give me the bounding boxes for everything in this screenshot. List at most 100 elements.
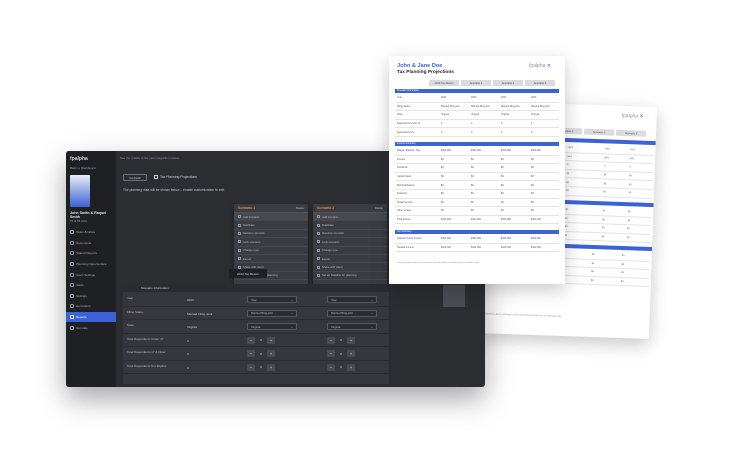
- plus-button[interactable]: +: [267, 336, 275, 344]
- share-icon: [317, 265, 320, 269]
- doc-back-tab: Scenario 3: [615, 129, 647, 137]
- plus-button[interactable]: +: [347, 336, 355, 344]
- sidebar-item-alerts[interactable]: Alerts: [66, 280, 116, 291]
- chevron-down-icon: ⌄: [290, 311, 293, 315]
- table-row: Interest $0 $0 $0 $0: [395, 156, 559, 165]
- scenario-2-header: Scenario 2 Delete: [313, 204, 387, 213]
- table-row: Dependents 17+ 0 0 0 0: [395, 128, 559, 137]
- chevron-down-icon: ⌄: [370, 324, 373, 329]
- menu-item[interactable]: Rename scenario: [313, 230, 387, 239]
- pencil-icon: [238, 231, 241, 235]
- doc-section-bar: Income Summary: [395, 142, 559, 146]
- chevron-down-icon: ⌄: [370, 297, 373, 302]
- minus-button[interactable]: −: [247, 336, 255, 344]
- minus-button[interactable]: −: [247, 350, 255, 357]
- minus-button[interactable]: −: [327, 336, 335, 344]
- state-select-a[interactable]: Virginia ⌄: [247, 323, 297, 330]
- chevron-down-icon: ⌄: [370, 311, 373, 315]
- export-icon: [238, 257, 241, 261]
- plus-button[interactable]: +: [347, 363, 355, 371]
- sidebar-item-reports[interactable]: Reports: [66, 311, 116, 323]
- doc-rows-income: Wages, Salaries, Tips $150,000 $150,000 $15…: [395, 147, 559, 225]
- row-state: State Virginia Virginia ⌄ Virginia ⌄: [123, 320, 389, 334]
- scenario-1-title: Scenario 1: [238, 206, 256, 210]
- scenario-2-delete-button[interactable]: Delete: [375, 206, 383, 210]
- quantity-stepper[interactable]: −0 +: [247, 350, 277, 357]
- sidebar-item-documents[interactable]: Documents: [66, 238, 116, 249]
- menu-item[interactable]: Change type: [234, 247, 308, 255]
- swap-icon: [317, 248, 320, 252]
- menu-item[interactable]: Lock scenario: [234, 238, 308, 247]
- state-select-b[interactable]: Virginia ⌄: [327, 323, 377, 330]
- sidebar-item-reminders[interactable]: Reminders: [66, 301, 116, 312]
- sidebar-item-planning[interactable]: Planning Opportunities: [66, 259, 116, 270]
- menu-item[interactable]: Add scenario: [313, 213, 387, 222]
- gear-icon: [70, 293, 74, 298]
- table-row: IRA Distributions $0 $0 $0 $0: [395, 181, 559, 190]
- quantity-stepper[interactable]: −0 +: [247, 363, 277, 371]
- row-filing-status: Filing Status Married Filing Joint Marri…: [123, 307, 389, 320]
- doc-back-rows: 2023 2023 2023 MFJ MFJ MFJ 000 $0 $0 $0 $0 $0 $0…: [563, 143, 654, 199]
- quantity-stepper[interactable]: −0 +: [327, 336, 357, 344]
- sidebar-item-shared-reports[interactable]: Shared Reports: [66, 248, 116, 259]
- chevron-down-icon: ⌄: [290, 324, 293, 329]
- menu-item[interactable]: Set as baseline for planning: [313, 272, 387, 281]
- doc-title: Tax Planning Projections: [397, 70, 454, 75]
- scrollbar-thumb[interactable]: [443, 285, 465, 307]
- menu-item[interactable]: Rename scenario: [234, 230, 308, 239]
- table-row: Adjusted Gross Income $150,000 $150,000 $15…: [395, 235, 559, 244]
- doc-section-bar: Tax Summary: [395, 230, 559, 234]
- plus-button[interactable]: +: [267, 350, 275, 357]
- year-select-a[interactable]: Year ⌄: [247, 296, 297, 303]
- quantity-stepper[interactable]: −0 +: [327, 350, 357, 357]
- plus-button[interactable]: +: [267, 363, 275, 371]
- minus-button[interactable]: −: [327, 363, 335, 371]
- doc-footer: The projections above are based on the i…: [397, 262, 480, 264]
- doc-logo: fpalpha ✕: [529, 63, 551, 69]
- year-select-b[interactable]: Year ⌄: [327, 296, 377, 303]
- sidebar-item-tasks[interactable]: Tasks & Notes: [66, 227, 116, 238]
- table-row: Other Income $0 $0 $0 $0: [395, 207, 559, 216]
- menu-item[interactable]: Add scenario: [234, 213, 308, 222]
- table-row: Total Income $150,000 $150,000 $150,000 $150…: [395, 216, 559, 225]
- doc-back-rows: $0 $0 $0 $0 $0 $0 $0 $0 $0 $0 $0 $0: [562, 205, 652, 244]
- menu-item[interactable]: Duplicate: [234, 221, 308, 230]
- sidebar-item-help[interactable]: Get Help: [66, 322, 116, 333]
- table-row: Pensions $0 $0 $0 $0: [395, 190, 559, 199]
- plus-button[interactable]: +: [347, 350, 355, 357]
- quantity-stepper[interactable]: −0 +: [327, 363, 357, 371]
- table-row: $0 $0 $0: [562, 231, 651, 244]
- filing-select-a[interactable]: Married filing joint ⌄: [247, 309, 297, 317]
- scenario-1-delete-button[interactable]: Delete: [296, 206, 304, 210]
- menu-item[interactable]: Share with client: [313, 263, 387, 272]
- doc-tab: Scenario 3: [525, 80, 555, 86]
- filing-select-b[interactable]: Married filing joint ⌄: [327, 309, 377, 317]
- sidebar: fpalpha Back to Dashboard John Smith & R…: [66, 151, 116, 387]
- page-title: Tax Planning Projections: [154, 175, 197, 180]
- row-year: Year 2023 Year ⌄ Year ⌄: [123, 293, 389, 307]
- menu-item[interactable]: Duplicate: [313, 221, 387, 230]
- bell-icon: [70, 283, 74, 288]
- top-message: See the results of the new integration r…: [120, 156, 180, 160]
- menu-item[interactable]: Lock scenario: [313, 238, 387, 247]
- chevron-down-icon: ⌄: [290, 297, 293, 302]
- tasks-icon: [70, 230, 74, 235]
- row-dependents-17-older: Total Dependents 17 & Older 0 −0 + −0 +: [123, 347, 389, 361]
- team-icon: [70, 272, 74, 277]
- clock-icon: [70, 304, 74, 309]
- minus-button[interactable]: −: [247, 363, 255, 371]
- menu-item[interactable]: Export: [313, 255, 387, 264]
- menu-item[interactable]: Change type: [313, 247, 387, 255]
- sidebar-item-settings[interactable]: Settings: [66, 291, 116, 302]
- sidebar-item-team-settings[interactable]: Team Settings: [66, 269, 116, 280]
- pencil-icon: [317, 231, 320, 235]
- scenario-info-panel: Scenario Information Year 2023 Year ⌄ Yea…: [123, 284, 389, 384]
- table-row: Social Security $0 $0 $0 $0: [395, 199, 559, 208]
- back-to-dashboard-link[interactable]: Back to Dashboard: [70, 166, 96, 170]
- doc-tab: 2023 Tax Return: [429, 80, 459, 86]
- quantity-stepper[interactable]: −0 +: [247, 336, 277, 344]
- minus-button[interactable]: −: [327, 350, 335, 357]
- menu-item[interactable]: Export: [234, 255, 308, 264]
- flag-icon: [317, 273, 320, 277]
- go-back-button[interactable]: Go back: [123, 174, 147, 181]
